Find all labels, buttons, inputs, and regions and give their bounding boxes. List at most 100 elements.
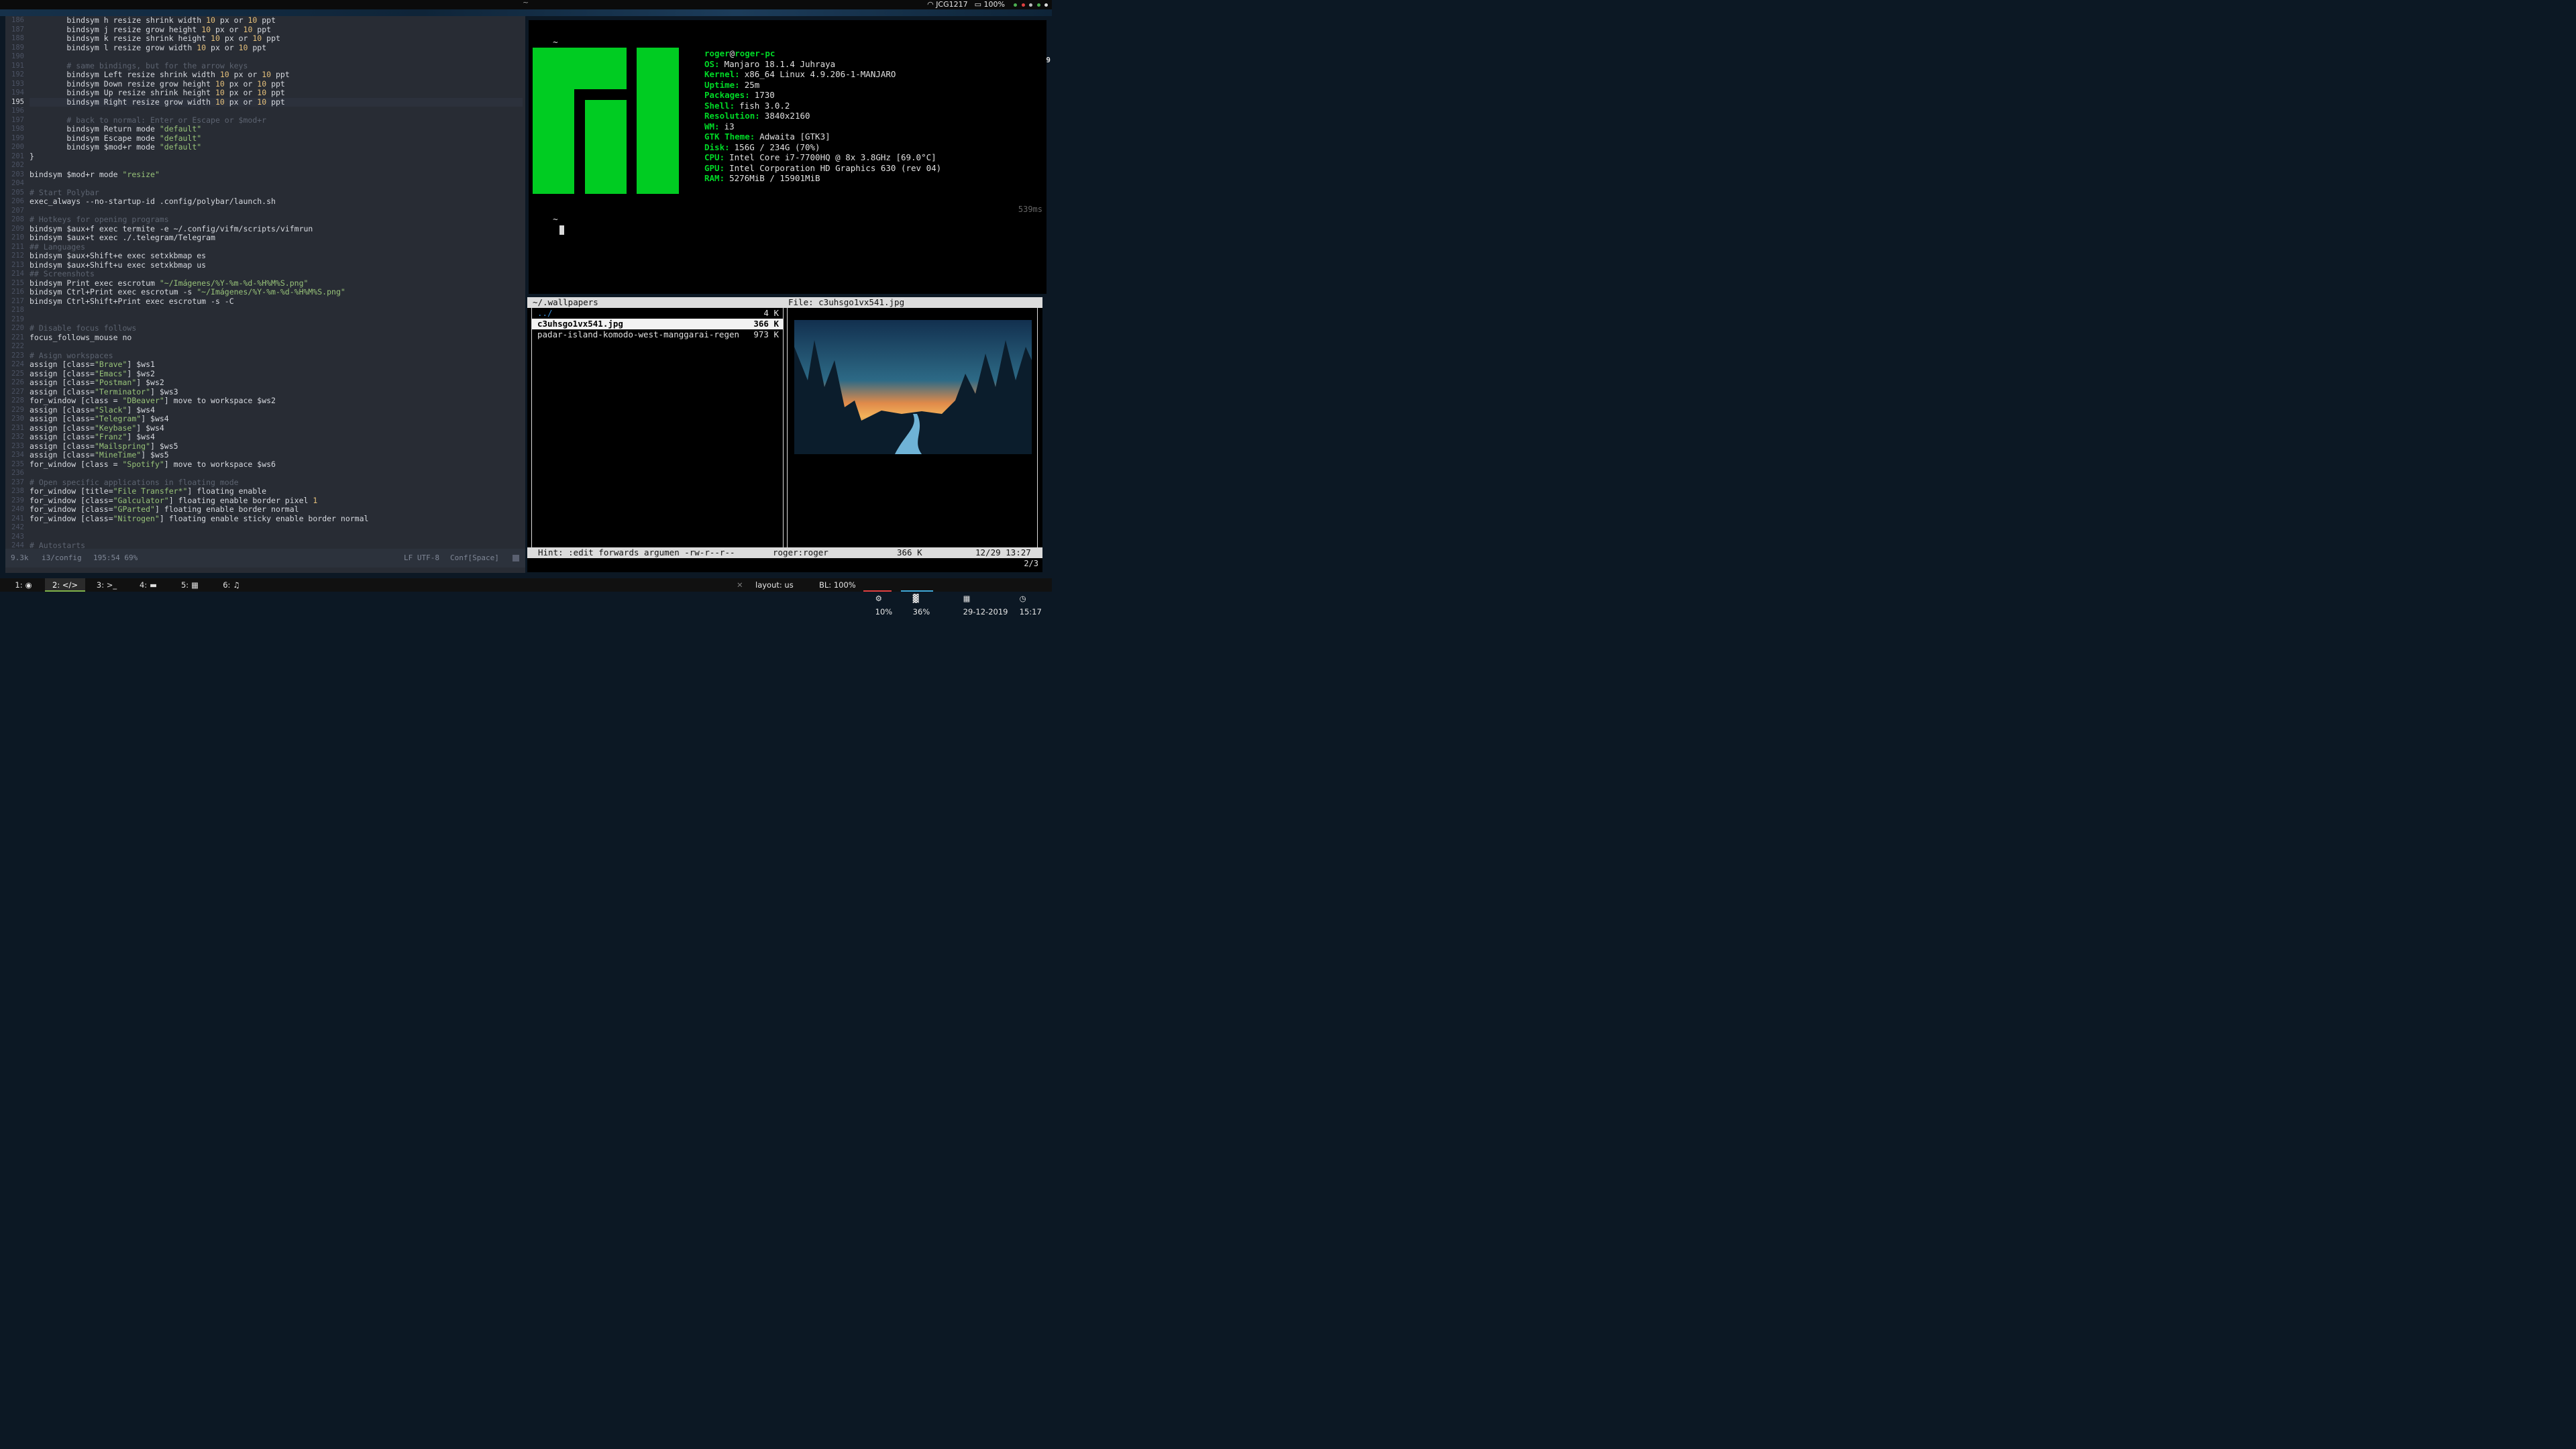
tray-dot-icon[interactable]	[1014, 3, 1017, 7]
code-line[interactable]: bindsym Down resize grow height 10 px or…	[30, 80, 523, 89]
code-line[interactable]: assign [class="Postman"] $ws2	[30, 378, 523, 388]
code-line[interactable]: assign [class="Franz"] $ws4	[30, 433, 523, 442]
code-line[interactable]: bindsym Right resize grow width 10 px or…	[30, 97, 523, 107]
tray-dot-icon[interactable]	[1036, 3, 1040, 7]
prompt-line-2[interactable]: ~	[533, 204, 565, 245]
code-line[interactable]	[30, 342, 523, 352]
code-line[interactable]: bindsym Ctrl+Print exec escrotum -s "~/I…	[30, 288, 523, 297]
code-line[interactable]	[30, 469, 523, 478]
code-line[interactable]: assign [class="Keybase"] $ws4	[30, 424, 523, 433]
code-line[interactable]: bindsym $aux+Shift+u exec setxkbmap us	[30, 261, 523, 270]
line-number: 198	[11, 125, 24, 133]
code-line[interactable]: # Start Polybar	[30, 189, 523, 198]
code-line[interactable]: assign [class="MineTime"] $ws5	[30, 451, 523, 460]
date-display[interactable]: ▦ 29-12-2019	[953, 578, 1008, 632]
code-line[interactable]: assign [class="Brave"] $ws1	[30, 360, 523, 370]
desktop-wallpaper	[0, 9, 1052, 16]
file-list[interactable]: ../4 Kc3uhsgo1vx541.jpg 366 Kpadar-island…	[531, 308, 784, 548]
tray-icons[interactable]	[1012, 0, 1048, 9]
code-line[interactable]: bindsym k resize shrink height 10 px or …	[30, 34, 523, 44]
cpu-usage[interactable]: ⚙ 10%	[865, 578, 893, 632]
code-line[interactable]: # Hotkeys for opening programs	[30, 215, 523, 225]
code-line[interactable]: bindsym $aux+f exec termite -e ~/.config…	[30, 225, 523, 234]
code-line[interactable]: for_window [class = "DBeaver"] move to w…	[30, 396, 523, 406]
file-manager-window[interactable]: ~/.wallpapers File: c3uhsgo1vx541.jpg ..…	[527, 297, 1042, 572]
code-line[interactable]	[30, 52, 523, 62]
code-line[interactable]: bindsym Left resize shrink width 10 px o…	[30, 70, 523, 80]
code-line[interactable]: bindsym $aux+t exec ./.telegram/Telegram	[30, 233, 523, 243]
tray-dot-icon[interactable]	[1044, 3, 1048, 7]
code-line[interactable]: # back to normal: Enter or Escape or $mo…	[30, 116, 523, 125]
mic-muted-icon[interactable]: ✕	[737, 578, 743, 592]
workspace-1-button[interactable]: 1: ◉	[3, 578, 44, 592]
code-line[interactable]: for_window [class="GParted"] floating en…	[30, 505, 523, 515]
workspace-4-button[interactable]: 4: ▬	[128, 578, 168, 592]
code-token: 10	[219, 70, 229, 79]
code-line[interactable]: bindsym h resize shrink width 10 px or 1…	[30, 16, 523, 25]
code-token: bindsym $aux+Shift+e exec setxkbmap es	[30, 252, 207, 260]
code-line[interactable]: for_window [title="File Transfer*"] floa…	[30, 487, 523, 496]
line-number: 219	[11, 315, 24, 323]
memory-usage[interactable]: ▓ 36%	[903, 578, 930, 632]
code-line[interactable]: bindsym $aux+Shift+e exec setxkbmap es	[30, 252, 523, 261]
code-line[interactable]: bindsym Return mode "default"	[30, 125, 523, 134]
code-line[interactable]	[30, 107, 523, 116]
code-line[interactable]	[30, 207, 523, 216]
code-line[interactable]: }	[30, 152, 523, 162]
code-line[interactable]: assign [class="Telegram"] $ws4	[30, 415, 523, 424]
code-line[interactable]: for_window [class="Galculator"] floating…	[30, 496, 523, 506]
code-line[interactable]: # Open specific applications in floating…	[30, 478, 523, 488]
code-line[interactable]: bindsym Up resize shrink height 10 px or…	[30, 89, 523, 98]
file-manager-header: ~/.wallpapers File: c3uhsgo1vx541.jpg	[527, 297, 1042, 308]
code-line[interactable]: assign [class="Emacs"] $ws2	[30, 370, 523, 379]
code-line[interactable]	[30, 161, 523, 170]
code-line[interactable]	[30, 306, 523, 315]
code-line[interactable]: bindsym l resize grow width 10 px or 10 …	[30, 44, 523, 53]
code-line[interactable]: # Asign workspaces	[30, 352, 523, 361]
text-editor-window[interactable]: 186 187 188 189 190 191 192 193 194 195 196 197 198 1…	[5, 16, 525, 573]
code-line[interactable]: bindsym $mod+r mode "default"	[30, 143, 523, 152]
workspace-5-button[interactable]: 5: ▦	[170, 578, 210, 592]
code-line[interactable]: bindsym Print exec escrotum "~/Imágenes/…	[30, 279, 523, 288]
wifi-status[interactable]: ◠ JCG1217	[927, 0, 968, 9]
code-line[interactable]: focus_follows_mouse no	[30, 333, 523, 343]
code-line[interactable]: ## Languages	[30, 243, 523, 252]
code-line[interactable]: for_window [class = "Spotify"] move to w…	[30, 460, 523, 470]
code-line[interactable]: exec_always --no-startup-id .config/poly…	[30, 197, 523, 207]
directory-entry[interactable]: ../ 4 K	[532, 308, 783, 319]
line-number: 237	[11, 478, 24, 486]
tray-dot-icon[interactable]	[1029, 3, 1032, 7]
code-line[interactable]: bindsym j resize grow height 10 px or 10…	[30, 25, 523, 35]
line-number-gutter: 186 187 188 189 190 191 192 193 194 195 196 197 198 1…	[5, 16, 25, 549]
backlight-level[interactable]: BL: 100%	[819, 578, 856, 592]
code-line[interactable]: for_window [class="Nitrogen"] floating e…	[30, 515, 523, 524]
file-entry[interactable]: padar-island-komodo-west-manggarai-regen…	[532, 329, 783, 340]
line-number: 190	[11, 52, 24, 60]
code-line[interactable]: assign [class="Slack"] $ws4	[30, 406, 523, 415]
code-line[interactable]	[30, 533, 523, 542]
workspace-3-button[interactable]: 3: >_	[87, 578, 127, 592]
workspace-6-button[interactable]: 6: ♫	[211, 578, 252, 592]
code-line[interactable]	[30, 523, 523, 533]
workspace-2-button[interactable]: 2: </>	[45, 578, 85, 592]
code-line[interactable]: assign [class="Mailspring"] $ws5	[30, 442, 523, 451]
code-line[interactable]: assign [class="Terminator"] $ws3	[30, 388, 523, 397]
code-line[interactable]: bindsym $mod+r mode "resize"	[30, 170, 523, 180]
code-line[interactable]: # same bindings, but for the arrow keys	[30, 62, 523, 71]
tray-dot-icon[interactable]	[1021, 3, 1025, 7]
code-line[interactable]	[30, 315, 523, 325]
battery-status[interactable]: ▭ 100%	[975, 0, 1005, 9]
line-number: 195	[11, 97, 24, 106]
code-line[interactable]: bindsym Ctrl+Shift+Print exec escrotum -…	[30, 297, 523, 307]
code-line[interactable]: ## Screenshots	[30, 270, 523, 279]
code-line[interactable]: # Disable focus follows	[30, 324, 523, 333]
file-entry[interactable]: c3uhsgo1vx541.jpg 366 K	[532, 319, 783, 329]
keyboard-layout[interactable]: layout: us	[755, 578, 794, 592]
info-row: Uptime: 25m	[704, 80, 941, 91]
code-area[interactable]: bindsym h resize shrink width 10 px or 1…	[30, 16, 523, 550]
page-indicator: 2/3	[1024, 559, 1038, 568]
code-line[interactable]: bindsym Escape mode "default"	[30, 134, 523, 144]
terminal-window[interactable]: ~ screenfetch roger@roger-pc OS:Manjaro …	[529, 20, 1051, 294]
time-display[interactable]: ◷ 15:17	[1010, 578, 1042, 632]
code-line[interactable]	[30, 179, 523, 189]
